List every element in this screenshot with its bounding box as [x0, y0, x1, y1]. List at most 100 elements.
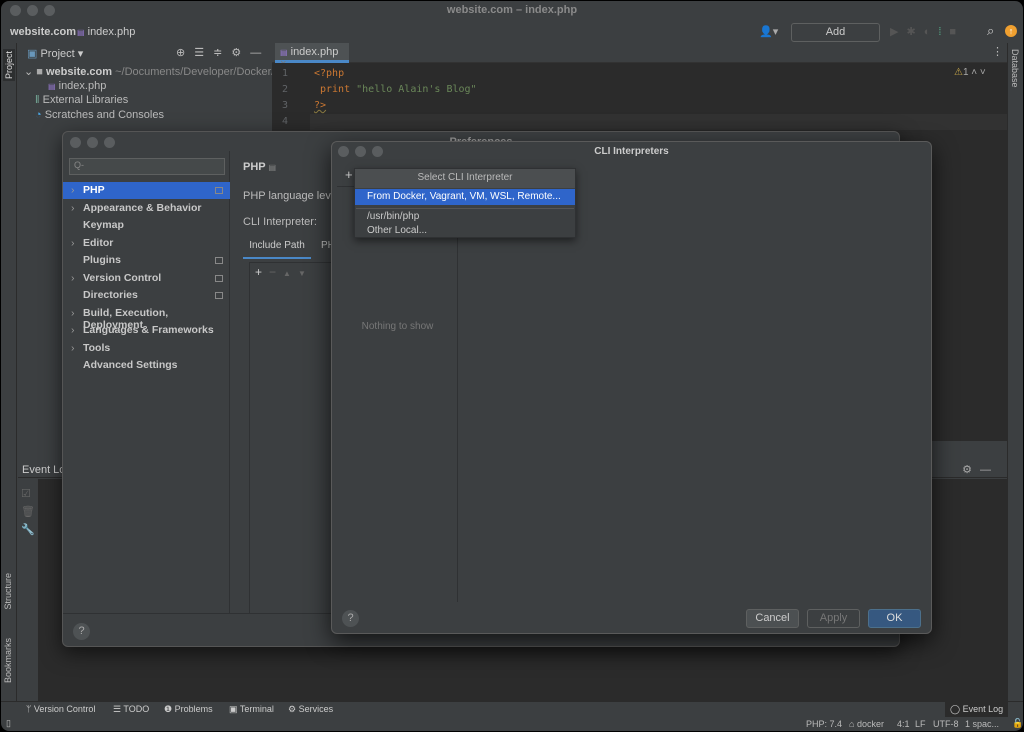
- search-icon[interactable]: ⌕: [987, 23, 994, 39]
- mark-read-icon[interactable]: ☑: [21, 485, 35, 503]
- update-icon[interactable]: ↑: [1005, 25, 1017, 37]
- code-line: ?>: [314, 100, 327, 111]
- coverage-icon[interactable]: ◐: [924, 26, 939, 38]
- chevron-right-icon[interactable]: ›: [71, 184, 75, 196]
- popup-item-usr-bin-php[interactable]: /usr/bin/php: [355, 209, 575, 224]
- toggle-tool-windows-icon[interactable]: ▯: [6, 718, 11, 729]
- label: Services: [298, 704, 334, 714]
- help-button[interactable]: ?: [342, 610, 359, 627]
- terminal-button[interactable]: ▣ Terminal: [229, 704, 274, 715]
- popup-item-other-local[interactable]: Other Local...: [355, 224, 575, 238]
- php-version[interactable]: PHP: 7.4: [806, 719, 842, 729]
- expand-all-icon[interactable]: ☰: [194, 47, 213, 59]
- chevron-right-icon[interactable]: ›: [71, 272, 75, 284]
- indent[interactable]: 1 spac...: [965, 719, 999, 729]
- help-button[interactable]: ?: [73, 623, 90, 640]
- hide-icon[interactable]: —: [250, 47, 270, 59]
- interpreter-list[interactable]: Nothing to show: [337, 186, 458, 602]
- tree-item-label: External Libraries: [42, 94, 129, 106]
- lock-icon[interactable]: 🔓: [1012, 718, 1023, 729]
- debug-icon[interactable]: ✱: [906, 26, 923, 38]
- include-path-list[interactable]: +−▲▼: [249, 262, 339, 614]
- add-icon[interactable]: +: [255, 265, 269, 279]
- wrench-icon[interactable]: 🔧: [21, 521, 35, 539]
- profile-icon[interactable]: ⁞: [938, 26, 949, 38]
- label: Event Log: [962, 704, 1004, 714]
- settings-tree-item[interactable]: Advanced Settings: [83, 359, 230, 371]
- locate-icon[interactable]: ⊕: [176, 47, 194, 59]
- settings-tree-item[interactable]: › Tools: [71, 341, 230, 354]
- php-file-icon: ▤: [77, 28, 85, 37]
- version-control-button[interactable]: ᛘ Version Control: [26, 704, 95, 714]
- settings-tree-item[interactable]: › Version Control: [71, 271, 230, 284]
- label: Problems: [174, 704, 213, 714]
- chevron-right-icon[interactable]: ›: [71, 342, 75, 354]
- database-tool-button[interactable]: Database: [1010, 49, 1020, 88]
- popup-item-remote[interactable]: From Docker, Vagrant, VM, WSL, Remote...: [355, 189, 575, 205]
- more-icon[interactable]: ⋮: [992, 45, 1003, 58]
- tree-item-label: Languages & Frameworks: [83, 324, 214, 336]
- stop-icon[interactable]: ■: [949, 26, 964, 38]
- project-view-dropdown[interactable]: ▣ Project ▾: [27, 47, 83, 60]
- breadcrumb-file[interactable]: ▤ index.php: [77, 26, 135, 38]
- tree-item-label: Directories: [83, 289, 138, 301]
- project-toolbar[interactable]: ⊕☰≑⚙—: [176, 46, 270, 59]
- run-icon[interactable]: ▶: [890, 26, 906, 38]
- chevron-right-icon[interactable]: ›: [71, 202, 75, 214]
- tab-index-php[interactable]: ▤ index.php ×: [275, 43, 349, 70]
- status-bar: ▯ PHP: 7.4 ⌂ docker 4:1 LF UTF-8 1 spac.…: [1, 717, 1023, 731]
- settings-search-input[interactable]: Q-: [69, 158, 225, 175]
- ok-button[interactable]: OK: [868, 609, 921, 628]
- code-line: <?php: [314, 68, 345, 79]
- settings-tree-item[interactable]: › Appearance & Behavior: [71, 202, 230, 214]
- tree-root[interactable]: ⌄ ■ website.com ~/Documents/Developer/Do…: [24, 65, 290, 78]
- cancel-button[interactable]: Cancel: [746, 609, 799, 628]
- docker-status[interactable]: ⌂ docker: [849, 719, 884, 729]
- chevron-right-icon[interactable]: ›: [71, 307, 75, 319]
- user-icon[interactable]: 👤▾: [759, 25, 778, 38]
- tree-item-scratches[interactable]: ◔ Scratches and Consoles: [35, 109, 164, 121]
- services-button[interactable]: ⚙ Services: [288, 704, 333, 715]
- settings-sidebar: Q- › PHP › Appearance & Behavior Keymap › Edit…: [63, 151, 230, 613]
- settings-tree-item[interactable]: › Editor: [71, 237, 230, 249]
- run-toolbar[interactable]: ▶✱◐⁞■: [890, 25, 964, 38]
- event-log-actions[interactable]: ⚙—: [962, 463, 999, 476]
- gear-icon[interactable]: ⚙: [231, 47, 250, 59]
- move-down-icon[interactable]: ▼: [298, 269, 313, 278]
- apply-button[interactable]: Apply: [807, 609, 860, 628]
- remove-icon[interactable]: −: [269, 265, 283, 279]
- gear-icon[interactable]: ⚙: [962, 464, 980, 476]
- root-path: ~/Documents/Developer/Docker/ww: [115, 66, 291, 78]
- settings-tree-item[interactable]: › PHP: [71, 184, 230, 196]
- tree-item-index[interactable]: ▤ index.php: [48, 80, 106, 92]
- settings-tree-item[interactable]: Directories: [83, 289, 230, 301]
- structure-tool-button[interactable]: Structure: [3, 573, 13, 610]
- encoding[interactable]: UTF-8: [933, 719, 959, 729]
- settings-tree-item[interactable]: Plugins: [83, 254, 230, 266]
- line-separator[interactable]: LF: [915, 719, 926, 729]
- settings-tree-item[interactable]: Keymap: [83, 219, 230, 231]
- event-log-button[interactable]: ◯ Event Log: [945, 702, 1009, 717]
- tree-item-label: Version Control: [83, 271, 162, 284]
- chevron-right-icon[interactable]: ›: [71, 237, 75, 249]
- breadcrumb-project[interactable]: website.com: [10, 26, 76, 38]
- inspection-widget[interactable]: ⚠1 ˄ ˅: [954, 67, 986, 78]
- project-view-label: Project: [40, 48, 75, 60]
- trash-icon[interactable]: 🗑: [21, 503, 35, 521]
- hide-icon[interactable]: —: [980, 464, 999, 476]
- collapse-all-icon[interactable]: ≑: [213, 47, 231, 59]
- project-tool-button[interactable]: Project: [3, 49, 15, 82]
- bookmarks-tool-button[interactable]: Bookmarks: [3, 638, 13, 683]
- problems-button[interactable]: ❶ Problems: [164, 704, 213, 715]
- caret-position[interactable]: 4:1: [897, 719, 910, 729]
- chevron-right-icon[interactable]: ›: [71, 324, 75, 336]
- move-up-icon[interactable]: ▲: [283, 269, 298, 278]
- tree-item-label: Tools: [83, 341, 111, 354]
- project-scope-icon: ▤: [268, 163, 277, 172]
- tab-include-path[interactable]: Include Path: [243, 240, 311, 259]
- tree-item-libraries[interactable]: ‖ External Libraries: [35, 94, 128, 106]
- todo-button[interactable]: ☰ TODO: [113, 704, 149, 715]
- settings-tree-item[interactable]: › Languages & Frameworks: [71, 324, 230, 336]
- add-interpreter-button[interactable]: +: [345, 167, 353, 182]
- add-configuration-button[interactable]: Add Configuration...: [791, 23, 880, 55]
